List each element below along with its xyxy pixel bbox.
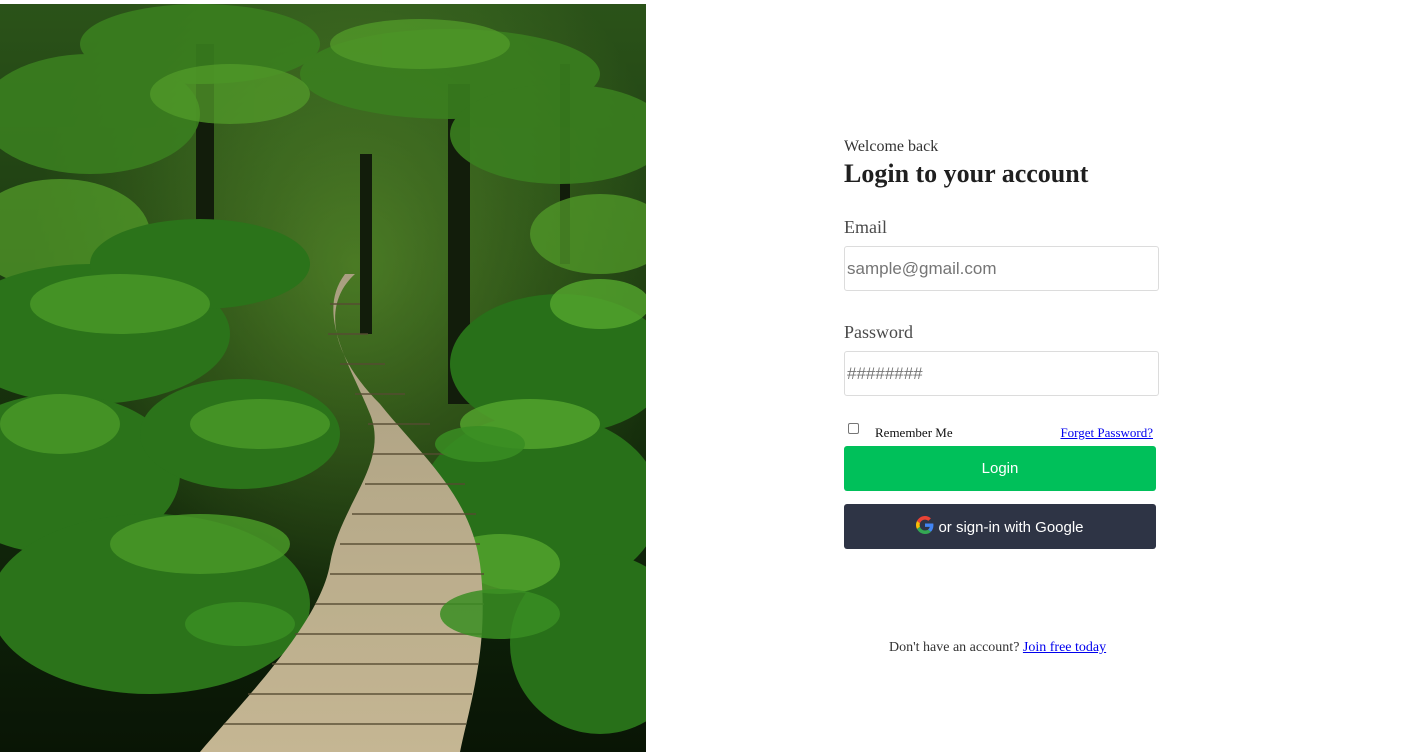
join-free-link[interactable]: Join free today <box>1023 640 1106 655</box>
google-button-label: or sign-in with Google <box>938 519 1084 536</box>
login-button-label: Login <box>981 460 1019 477</box>
remember-me-checkbox[interactable] <box>848 423 859 434</box>
password-label: Password <box>844 322 914 342</box>
password-field[interactable] <box>844 351 1159 396</box>
jungle-boardwalk-illustration <box>0 4 646 752</box>
google-icon <box>916 515 934 534</box>
page-title: Login to your account <box>844 159 1089 188</box>
remember-me-label: Remember Me <box>875 425 953 440</box>
hero-image <box>0 4 646 752</box>
signup-prompt: Don't have an account? <box>889 640 1020 655</box>
email-field[interactable] <box>844 246 1159 291</box>
remember-row: Remember Me Forget Password? <box>844 423 1160 442</box>
login-button[interactable]: Login <box>844 446 1156 491</box>
email-label: Email <box>844 217 887 237</box>
welcome-text: Welcome back <box>844 138 939 155</box>
forgot-password-link[interactable]: Forget Password? <box>1060 425 1153 441</box>
google-signin-button[interactable]: or sign-in with Google <box>844 504 1156 549</box>
login-panel: Welcome back Login to your account Email… <box>844 138 1160 549</box>
signup-row: Don't have an account? Join free today <box>889 640 1106 656</box>
